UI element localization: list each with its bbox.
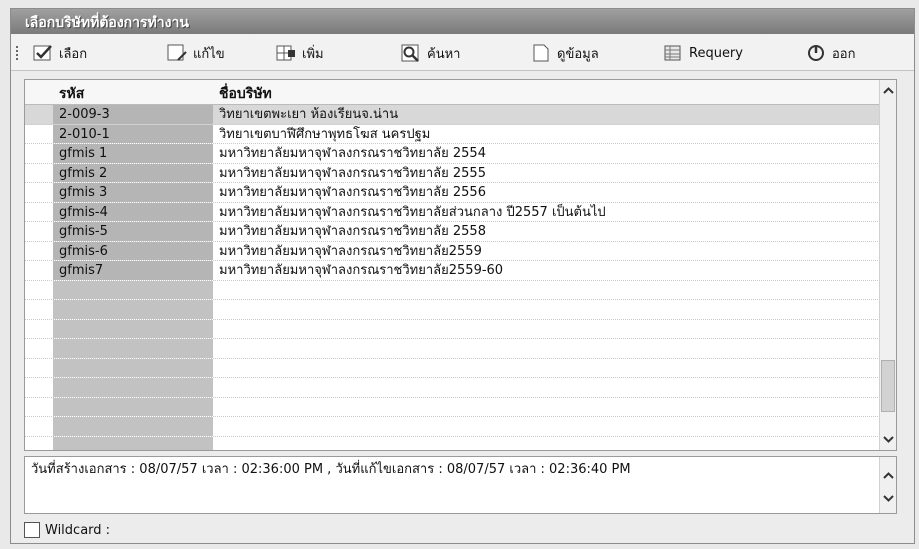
- empty-row: [25, 300, 880, 320]
- toolbar-grip[interactable]: [16, 46, 20, 60]
- document-info-memo[interactable]: วันที่สร้างเอกสาร : 08/07/57 เวลา : 02:3…: [24, 456, 897, 514]
- grid-scrollbar[interactable]: [879, 80, 896, 450]
- cell-code: gfmis 1: [53, 144, 213, 163]
- cell-code: 2-009-3: [53, 105, 213, 124]
- cell-code: gfmis 2: [53, 163, 213, 182]
- memo-scroll-up-button[interactable]: [880, 467, 896, 484]
- document-info-text: วันที่สร้างเอกสาร : 08/07/57 เวลา : 02:3…: [31, 462, 631, 477]
- cell-code: gfmis-5: [53, 222, 213, 241]
- cell-name: มหาวิทยาลัยมหาจุฬาลงกรณราชวิทยาลัย2559-6…: [219, 263, 504, 278]
- table-row[interactable]: gfmis7 มหาวิทยาลัยมหาจุฬาลงกรณราชวิทยาลั…: [25, 261, 880, 281]
- search-button[interactable]: ค้นหา: [401, 42, 460, 64]
- empty-code-cell: [53, 436, 213, 450]
- wildcard-checkbox[interactable]: [24, 522, 40, 538]
- document-icon: [533, 44, 549, 62]
- empty-row: [25, 339, 880, 359]
- scroll-down-button[interactable]: [880, 431, 896, 448]
- view-data-button[interactable]: ดูข้อมูล: [531, 42, 599, 64]
- requery-button-label: Requery: [689, 45, 743, 61]
- empty-code-cell: [53, 417, 213, 436]
- search-icon: [401, 44, 419, 62]
- cell-code: gfmis-4: [53, 202, 213, 221]
- cell-code: gfmis 3: [53, 183, 213, 202]
- search-button-label: ค้นหา: [427, 46, 461, 62]
- table-row[interactable]: gfmis-6 มหาวิทยาลัยมหาจุฬาลงกรณราชวิทยาล…: [25, 241, 880, 261]
- chevron-up-icon: [882, 87, 894, 94]
- empty-code-cell: [53, 300, 213, 319]
- empty-row: [25, 358, 880, 378]
- wildcard-label: Wildcard :: [45, 522, 111, 538]
- table-row[interactable]: 2-010-1 วิทยาเขตบาฬีศึกษาพุทธโฆส นครปฐม: [25, 124, 880, 144]
- empty-code-cell: [53, 319, 213, 338]
- column-header-code[interactable]: รหัส: [59, 83, 84, 105]
- table-row[interactable]: 2-009-3 วิทยาเขตพะเยา ห้องเรียนจ.น่าน: [25, 105, 880, 125]
- empty-code-cell: [53, 378, 213, 397]
- memo-scroll-down-button[interactable]: [880, 490, 896, 507]
- empty-code-cell: [53, 358, 213, 377]
- cell-name: มหาวิทยาลัยมหาจุฬาลงกรณราชวิทยาลัย 2556: [219, 185, 486, 200]
- table-row[interactable]: gfmis-4 มหาวิทยาลัยมหาจุฬาลงกรณราชวิทยาล…: [25, 202, 880, 222]
- empty-row: [25, 417, 880, 437]
- chevron-down-icon: [882, 495, 894, 502]
- edit-button[interactable]: แก้ไข: [167, 42, 225, 64]
- toolbar: เลือก แก้ไข เพิ่ม ค้นหา ดูข้อมูล Requery…: [11, 34, 914, 71]
- company-select-window: เลือกบริษัทที่ต้องการทำงาน เลือก แก้ไข เ…: [10, 8, 915, 544]
- view-data-button-label: ดูข้อมูล: [557, 46, 599, 62]
- table-row[interactable]: gfmis 3 มหาวิทยาลัยมหาจุฬาลงกรณราชวิทยาล…: [25, 183, 880, 203]
- title-bar: เลือกบริษัทที่ต้องการทำงาน: [11, 9, 914, 34]
- requery-grid-icon: [664, 45, 681, 61]
- requery-button[interactable]: Requery: [663, 42, 743, 64]
- chevron-up-icon: [882, 472, 894, 479]
- edit-icon: [167, 44, 187, 61]
- add-button-label: เพิ่ม: [302, 46, 324, 62]
- cell-name: วิทยาเขตบาฬีศึกษาพุทธโฆส นครปฐม: [219, 126, 431, 142]
- cell-code: gfmis7: [53, 261, 213, 280]
- add-grid-icon: [276, 45, 295, 61]
- edit-button-label: แก้ไข: [193, 46, 225, 62]
- empty-row: [25, 280, 880, 300]
- exit-button[interactable]: ออก: [806, 42, 856, 64]
- empty-code-cell: [53, 397, 213, 416]
- table-row[interactable]: gfmis-5 มหาวิทยาลัยมหาจุฬาลงกรณราชวิทยาล…: [25, 222, 880, 242]
- cell-code: 2-010-1: [53, 124, 213, 143]
- select-button-label: เลือก: [59, 46, 88, 62]
- memo-scrollbar[interactable]: [879, 457, 896, 513]
- cell-name: มหาวิทยาลัยมหาจุฬาลงกรณราชวิทยาลัยส่วนกล…: [219, 204, 606, 220]
- empty-code-cell: [53, 280, 213, 299]
- exit-button-label: ออก: [832, 46, 856, 62]
- empty-row: [25, 397, 880, 417]
- table-row[interactable]: gfmis 1 มหาวิทยาลัยมหาจุฬาลงกรณราชวิทยาล…: [25, 144, 880, 164]
- check-select-icon: [33, 45, 52, 61]
- select-button[interactable]: เลือก: [33, 42, 87, 64]
- grid-rows: 2-009-3 วิทยาเขตพะเยา ห้องเรียนจ.น่าน 2-…: [25, 105, 880, 450]
- cell-name: มหาวิทยาลัยมหาจุฬาลงกรณราชวิทยาลัย 2555: [219, 165, 486, 181]
- scroll-thumb[interactable]: [881, 360, 895, 412]
- window-title: เลือกบริษัทที่ต้องการทำงาน: [25, 15, 189, 31]
- empty-code-cell: [53, 339, 213, 358]
- empty-row: [25, 319, 880, 339]
- grid-header: รหัส ชื่อบริษัท: [25, 80, 880, 105]
- chevron-down-icon: [882, 436, 894, 443]
- empty-row: [25, 378, 880, 398]
- cell-name: มหาวิทยาลัยมหาจุฬาลงกรณราชวิทยาลัย 2558: [219, 224, 486, 239]
- company-grid: รหัส ชื่อบริษัท 2-009-3 วิทยาเขตพะเยา ห้…: [24, 79, 897, 451]
- cell-name: มหาวิทยาลัยมหาจุฬาลงกรณราชวิทยาลัย 2554: [219, 146, 486, 161]
- table-row[interactable]: gfmis 2 มหาวิทยาลัยมหาจุฬาลงกรณราชวิทยาล…: [25, 163, 880, 183]
- column-header-name[interactable]: ชื่อบริษัท: [219, 83, 272, 105]
- power-icon: [808, 45, 824, 61]
- wildcard-option: Wildcard :: [24, 521, 110, 539]
- cell-name: มหาวิทยาลัยมหาจุฬาลงกรณราชวิทยาลัย2559: [219, 243, 482, 259]
- scroll-up-button[interactable]: [880, 82, 896, 99]
- add-button[interactable]: เพิ่ม: [276, 42, 324, 64]
- cell-name: วิทยาเขตพะเยา ห้องเรียนจ.น่าน: [219, 107, 399, 122]
- empty-row: [25, 436, 880, 450]
- cell-code: gfmis-6: [53, 241, 213, 260]
